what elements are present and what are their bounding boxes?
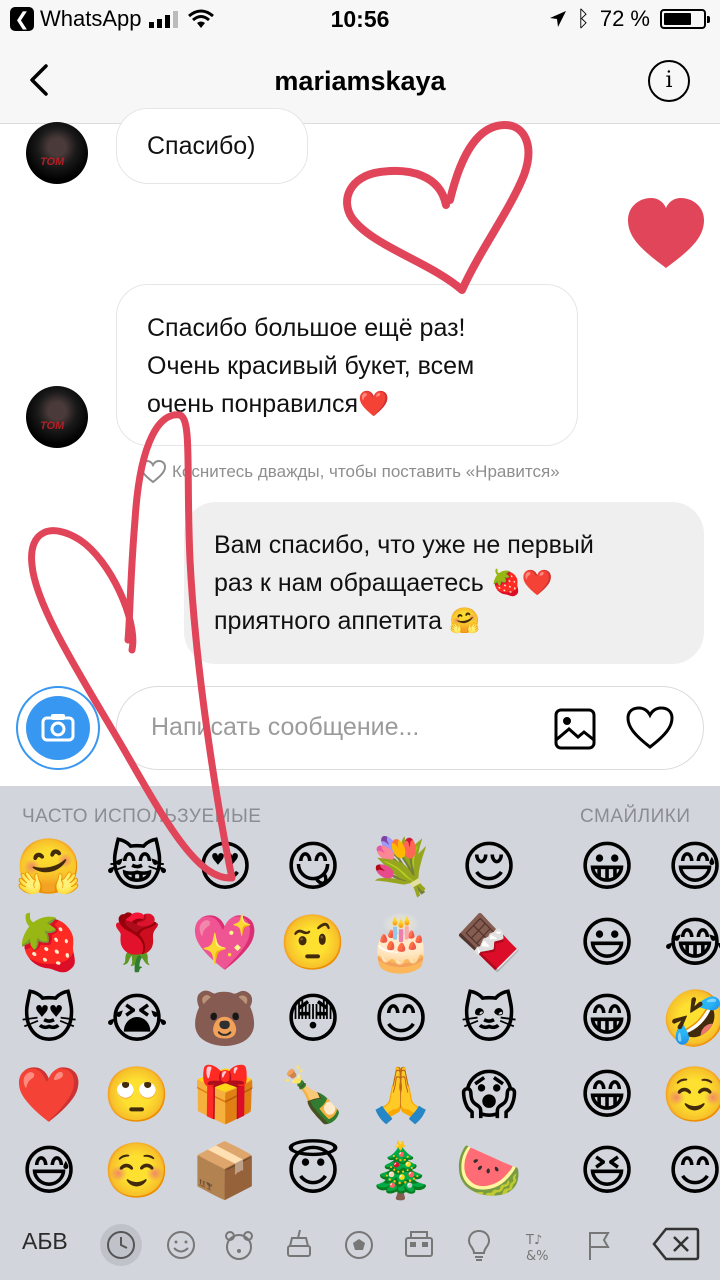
emoji-key[interactable]: 🍫 bbox=[454, 908, 524, 978]
keyboard-category-bar: АБВ T♪ &% bbox=[0, 1210, 720, 1280]
emoji-key[interactable]: ❤️ bbox=[14, 1060, 84, 1130]
soccer-ball-icon[interactable] bbox=[338, 1224, 380, 1266]
emoji-key[interactable]: 😁 bbox=[572, 984, 642, 1054]
emoji-key[interactable]: 😹 bbox=[102, 832, 172, 902]
emoji-key[interactable]: ☺️ bbox=[102, 1136, 172, 1206]
bluetooth-icon: ᛒ bbox=[576, 6, 590, 31]
emoji-key[interactable]: 🤨 bbox=[278, 908, 348, 978]
message-input[interactable]: Написать сообщение... bbox=[116, 686, 704, 770]
emoji-key[interactable]: ☺️ bbox=[660, 1060, 720, 1130]
message-line: Спасибо большое ещё раз! bbox=[147, 314, 466, 342]
category-smileys: СМАЙЛИКИ bbox=[580, 806, 691, 827]
emoji-key[interactable]: 🎂 bbox=[366, 908, 436, 978]
emoji-key[interactable]: 🎁 bbox=[190, 1060, 260, 1130]
emoji-key[interactable]: 😍 bbox=[190, 832, 260, 902]
message-line: раз к нам обращаетесь 🍓❤️ bbox=[214, 569, 554, 597]
status-right: ᛒ 72 % bbox=[549, 6, 710, 32]
avatar[interactable] bbox=[26, 386, 88, 448]
like-hint-text: Коснитесь дважды, чтобы поставить «Нрави… bbox=[172, 462, 560, 481]
drawn-heart-small-outline bbox=[343, 121, 533, 294]
message-bubble-outgoing[interactable]: Вам спасибо, что уже не первый раз к нам… bbox=[184, 502, 704, 664]
emoji-key[interactable]: 😌 bbox=[454, 832, 524, 902]
emoji-key[interactable]: 💐 bbox=[366, 832, 436, 902]
abc-switch-button[interactable]: АБВ bbox=[22, 1228, 68, 1255]
avatar[interactable] bbox=[26, 122, 88, 184]
emoji-key[interactable]: 🐻 bbox=[190, 984, 260, 1054]
svg-text:&%: &% bbox=[526, 1249, 549, 1264]
emoji-key[interactable]: 🙏 bbox=[366, 1060, 436, 1130]
battery-percent: 72 % bbox=[599, 6, 650, 31]
emoji-key[interactable]: 🤗 bbox=[14, 832, 84, 902]
emoji-key[interactable]: 🎄 bbox=[366, 1136, 436, 1206]
message-line: Вам спасибо, что уже не первый bbox=[214, 531, 594, 559]
recent-clock-icon[interactable] bbox=[100, 1224, 142, 1266]
emoji-key[interactable]: 😆 bbox=[572, 1136, 642, 1206]
emoji-key[interactable]: 😀 bbox=[572, 832, 642, 902]
emoji-key[interactable]: 😭 bbox=[102, 984, 172, 1054]
emoji-key[interactable]: 😃 bbox=[572, 908, 642, 978]
emoji-key[interactable]: 😁 bbox=[572, 1060, 642, 1130]
emoji-key[interactable]: 🐱 bbox=[454, 984, 524, 1054]
message-line: очень понравился❤️ bbox=[147, 390, 390, 418]
heart-icon[interactable] bbox=[625, 705, 675, 751]
svg-text:T♪: T♪ bbox=[525, 1233, 542, 1248]
location-icon bbox=[549, 11, 566, 27]
backspace-icon[interactable] bbox=[652, 1226, 700, 1262]
emoji-key[interactable]: 🌹 bbox=[102, 908, 172, 978]
emoji-key[interactable]: 📦 bbox=[190, 1136, 260, 1206]
message-bubble-incoming[interactable]: Спасибо большое ещё раз! Очень красивый … bbox=[116, 284, 578, 446]
info-icon[interactable]: i bbox=[648, 60, 690, 102]
message-line: приятного аппетита 🤗 bbox=[214, 607, 481, 635]
animal-icon[interactable] bbox=[218, 1224, 260, 1266]
emoji-key[interactable]: 🤣 bbox=[660, 984, 720, 1054]
emoji-key[interactable]: 😅 bbox=[660, 832, 720, 902]
flag-icon[interactable] bbox=[578, 1224, 620, 1266]
emoji-key[interactable]: 😱 bbox=[454, 1060, 524, 1130]
emoji-key[interactable]: 😅 bbox=[14, 1136, 84, 1206]
emoji-key[interactable]: 🍓 bbox=[14, 908, 84, 978]
chat-username[interactable]: mariamskaya bbox=[0, 66, 720, 97]
chat-header: mariamskaya i bbox=[0, 40, 720, 124]
emoji-key[interactable]: 😳 bbox=[278, 984, 348, 1054]
battery-fill bbox=[664, 13, 692, 25]
message-bubble-incoming[interactable]: Спасибо) bbox=[116, 108, 308, 184]
battery-icon bbox=[660, 9, 710, 29]
emoji-key[interactable]: 😋 bbox=[278, 832, 348, 902]
status-bar: ❮ WhatsApp 10:56 ᛒ 72 % bbox=[0, 0, 720, 40]
emoji-key[interactable]: 😇 bbox=[278, 1136, 348, 1206]
like-hint: Коснитесь дважды, чтобы поставить «Нрави… bbox=[140, 460, 560, 484]
emoji-key[interactable]: 🍉 bbox=[454, 1136, 524, 1206]
emoji-key[interactable]: 💖 bbox=[190, 908, 260, 978]
emoji-key[interactable]: 😻 bbox=[14, 984, 84, 1054]
emoji-key[interactable]: 😊 bbox=[660, 1136, 720, 1206]
camera-icon bbox=[26, 696, 90, 760]
emoji-key[interactable]: 🍾 bbox=[278, 1060, 348, 1130]
symbols-icon[interactable]: T♪ &% bbox=[518, 1224, 560, 1266]
food-icon[interactable] bbox=[278, 1224, 320, 1266]
emoji-key[interactable]: 😂 bbox=[660, 908, 720, 978]
heart-outline-icon bbox=[140, 460, 166, 484]
drawn-heart-filled bbox=[628, 198, 704, 268]
category-frequent: ЧАСТО ИСПОЛЬЗУЕМЫЕ bbox=[22, 806, 262, 827]
emoji-key[interactable]: 🙄 bbox=[102, 1060, 172, 1130]
emoji-key[interactable]: 😊 bbox=[366, 984, 436, 1054]
camera-button[interactable] bbox=[16, 686, 100, 770]
emoji-keyboard: ЧАСТО ИСПОЛЬЗУЕМЫЕ СМАЙЛИКИ 🤗 😹 😍 😋 💐 😌 🍓 🌹 💖 🤨 🎂 🍫… bbox=[0, 786, 720, 1280]
lightbulb-icon[interactable] bbox=[458, 1224, 500, 1266]
message-placeholder: Написать сообщение... bbox=[151, 713, 420, 741]
message-line: Очень красивый букет, всем bbox=[147, 352, 475, 380]
message-line: Спасибо) bbox=[147, 132, 256, 160]
smiley-icon[interactable] bbox=[160, 1224, 202, 1266]
gallery-icon[interactable] bbox=[553, 707, 597, 751]
travel-icon[interactable] bbox=[398, 1224, 440, 1266]
